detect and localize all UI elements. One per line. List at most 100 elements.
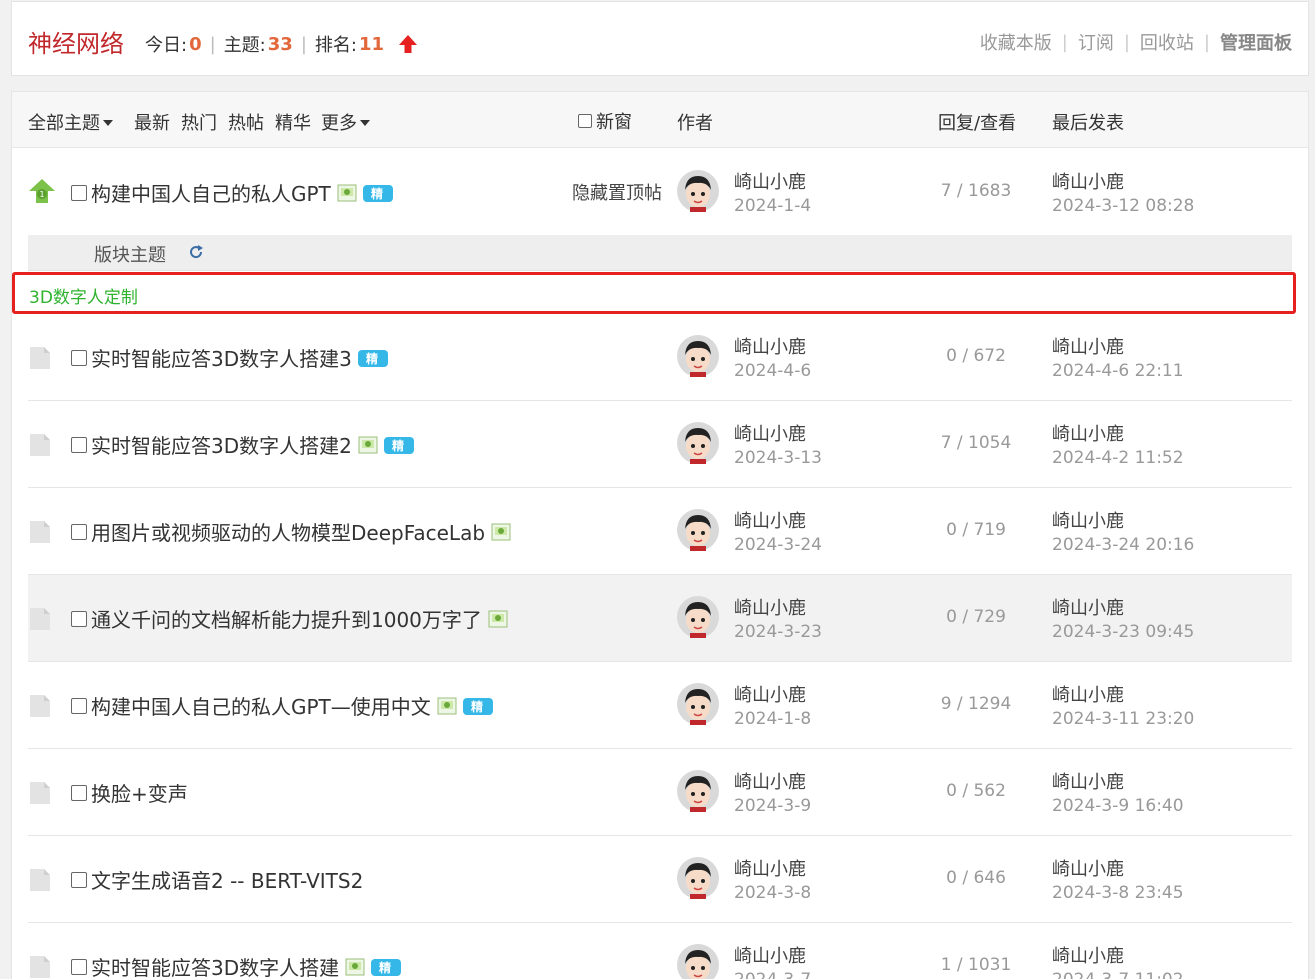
replies-views: 9 / 1294: [940, 694, 1012, 714]
thread-title[interactable]: 实时智能应答3D数字人搭建3 精: [71, 343, 390, 372]
thread-select-checkbox[interactable]: [71, 436, 87, 453]
author-avatar[interactable]: [677, 944, 719, 979]
last-post-date[interactable]: 2024-3-11 23:20: [1052, 709, 1194, 729]
thread-title[interactable]: 用图片或视频驱动的人物模型DeepFaceLab: [71, 517, 511, 546]
filter-more[interactable]: 更多: [321, 109, 370, 135]
thread-row[interactable]: 实时智能应答3D数字人搭建3 精崎山小鹿 2024-4-6 0 / 672 崎山小鹿 20…: [28, 314, 1292, 401]
header-links: 收藏本版 | 订阅 | 回收站 | 管理面板: [980, 29, 1292, 55]
thread-row[interactable]: 实时智能应答3D数字人搭建精 崎山小鹿 2024-3-7 1 / 1031 崎山小鹿 20…: [28, 923, 1292, 979]
thread-title[interactable]: 通义千问的文档解析能力提升到1000万字了: [71, 604, 508, 633]
last-post-date[interactable]: 2024-3-12 08:28: [1052, 196, 1194, 216]
last-poster[interactable]: 崎山小鹿: [1052, 855, 1124, 881]
digest-badge-icon: 精: [383, 436, 414, 454]
thread-title[interactable]: 构建中国人自己的私人GPT 精: [71, 178, 395, 207]
author-avatar[interactable]: [677, 683, 719, 725]
author-avatar[interactable]: [677, 422, 719, 464]
author-column-header: 作者: [677, 113, 713, 134]
thread-author[interactable]: 崎山小鹿: [734, 855, 806, 881]
author-avatar[interactable]: [677, 509, 719, 551]
author-avatar[interactable]: [677, 335, 719, 377]
thread-title[interactable]: 构建中国人自己的私人GPT—使用中文精: [71, 691, 495, 720]
thread-select-checkbox[interactable]: [71, 610, 87, 627]
filter-hot[interactable]: 热门: [181, 109, 217, 135]
thread-row[interactable]: 文字生成语音2 -- BERT-VITS2 崎山小鹿 2024-3-8 0 / 646…: [28, 836, 1292, 923]
thread-date: 2024-3-24: [734, 535, 822, 555]
thread-select-checkbox[interactable]: [71, 871, 87, 888]
thread-author[interactable]: 崎山小鹿: [734, 942, 806, 968]
last-poster[interactable]: 崎山小鹿: [1052, 594, 1124, 620]
new-window-checkbox[interactable]: [578, 114, 592, 128]
author-avatar[interactable]: [677, 770, 719, 812]
thread-doc-icon: [30, 782, 50, 804]
thread-row[interactable]: 实时智能应答3D数字人搭建2 精崎山小鹿 2024-3-13 7 / 1054 崎山小鹿…: [28, 401, 1292, 488]
filter-hot-posts[interactable]: 热帖: [228, 109, 264, 135]
last-poster[interactable]: 崎山小鹿: [1052, 333, 1124, 359]
sticky-thread-row[interactable]: 1 构建中国人自己的私人GPT 精 隐藏置顶帖 崎山小鹿 2024-1-4 7 …: [28, 149, 1292, 235]
last-poster[interactable]: 崎山小鹿: [1052, 942, 1124, 968]
last-poster[interactable]: 崎山小鹿: [1052, 507, 1124, 533]
thread-author[interactable]: 崎山小鹿: [734, 507, 806, 533]
thread-author[interactable]: 崎山小鹿: [734, 168, 806, 194]
last-post-date[interactable]: 2024-4-6 22:11: [1052, 361, 1184, 381]
author-avatar[interactable]: [677, 857, 719, 899]
rank-label: 排名:: [314, 35, 357, 56]
last-post-date[interactable]: 2024-3-24 20:16: [1052, 535, 1194, 555]
last-poster[interactable]: 崎山小鹿: [1052, 768, 1124, 794]
category-row: 3D数字人定制: [12, 272, 1296, 314]
replies-views: 7 / 1054: [940, 433, 1012, 453]
replies-views: 0 / 672: [946, 346, 1006, 366]
thread-title[interactable]: 实时智能应答3D数字人搭建精: [71, 952, 403, 979]
thread-row[interactable]: 通义千问的文档解析能力提升到1000万字了 崎山小鹿 2024-3-23 0 / 72…: [28, 575, 1292, 662]
new-window-toggle[interactable]: 新窗: [578, 108, 632, 134]
last-post-date[interactable]: 2024-3-8 23:45: [1052, 883, 1184, 903]
thread-author[interactable]: 崎山小鹿: [734, 333, 806, 359]
last-post-date[interactable]: 2024-3-9 16:40: [1052, 796, 1184, 816]
image-attachment-icon: [491, 523, 511, 540]
favorite-board-link[interactable]: 收藏本版: [980, 29, 1052, 55]
thread-author[interactable]: 崎山小鹿: [734, 594, 806, 620]
admin-panel-link[interactable]: 管理面板: [1220, 29, 1292, 55]
replies-views: 0 / 646: [946, 868, 1006, 888]
filter-latest[interactable]: 最新: [134, 109, 170, 135]
last-poster[interactable]: 崎山小鹿: [1052, 681, 1124, 707]
last-post-date[interactable]: 2024-4-2 11:52: [1052, 448, 1184, 468]
refresh-icon[interactable]: [188, 244, 204, 260]
thread-author[interactable]: 崎山小鹿: [734, 681, 806, 707]
filter-digest[interactable]: 精华: [275, 109, 311, 135]
thread-list: 全部主题 最新 热门 热帖 精华 更多 新窗 作者 回复/查看 最后发表 1 构…: [11, 91, 1309, 979]
digest-badge-icon: 精: [357, 349, 388, 367]
image-attachment-icon: [437, 697, 457, 714]
subscribe-link[interactable]: 订阅: [1078, 29, 1114, 55]
last-post-date[interactable]: 2024-3-23 09:45: [1052, 622, 1194, 642]
topics-value: 33: [267, 33, 293, 55]
forum-name[interactable]: 神经网络: [28, 24, 124, 59]
thread-title[interactable]: 文字生成语音2 -- BERT-VITS2: [71, 865, 363, 894]
hide-sticky-link[interactable]: 隐藏置顶帖: [572, 179, 662, 205]
thread-row[interactable]: 用图片或视频驱动的人物模型DeepFaceLab 崎山小鹿 2024-3-24 0 /…: [28, 488, 1292, 575]
recycle-bin-link[interactable]: 回收站: [1140, 29, 1194, 55]
thread-select-checkbox[interactable]: [71, 697, 87, 714]
thread-row[interactable]: 构建中国人自己的私人GPT—使用中文精崎山小鹿 2024-1-8 9 / 1294 崎…: [28, 662, 1292, 749]
last-poster[interactable]: 崎山小鹿: [1052, 420, 1124, 446]
category-link[interactable]: 3D数字人定制: [29, 283, 138, 308]
thread-title[interactable]: 换脸+变声: [71, 778, 188, 807]
thread-doc-icon: [30, 869, 50, 891]
replies-views: 0 / 719: [946, 520, 1006, 540]
replies-views-column-header: 回复/查看: [938, 113, 1017, 134]
thread-select-checkbox[interactable]: [71, 349, 87, 366]
thread-date: 2024-3-8: [734, 883, 812, 903]
thread-select-checkbox[interactable]: [71, 184, 87, 201]
author-avatar[interactable]: [677, 170, 719, 212]
thread-select-checkbox[interactable]: [71, 958, 87, 975]
last-poster[interactable]: 崎山小鹿: [1052, 168, 1124, 194]
thread-title[interactable]: 实时智能应答3D数字人搭建2 精: [71, 430, 416, 459]
replies-views: 1 / 1031: [940, 955, 1012, 975]
thread-select-checkbox[interactable]: [71, 523, 87, 540]
last-post-date[interactable]: 2024-3-7 11:02: [1052, 970, 1184, 979]
thread-author[interactable]: 崎山小鹿: [734, 768, 806, 794]
thread-select-checkbox[interactable]: [71, 784, 87, 801]
author-avatar[interactable]: [677, 596, 719, 638]
thread-author[interactable]: 崎山小鹿: [734, 420, 806, 446]
thread-row[interactable]: 换脸+变声 崎山小鹿 2024-3-9 0 / 562 崎山小鹿 2024-3-9 16:…: [28, 749, 1292, 836]
filter-all-topics[interactable]: 全部主题: [28, 109, 113, 135]
